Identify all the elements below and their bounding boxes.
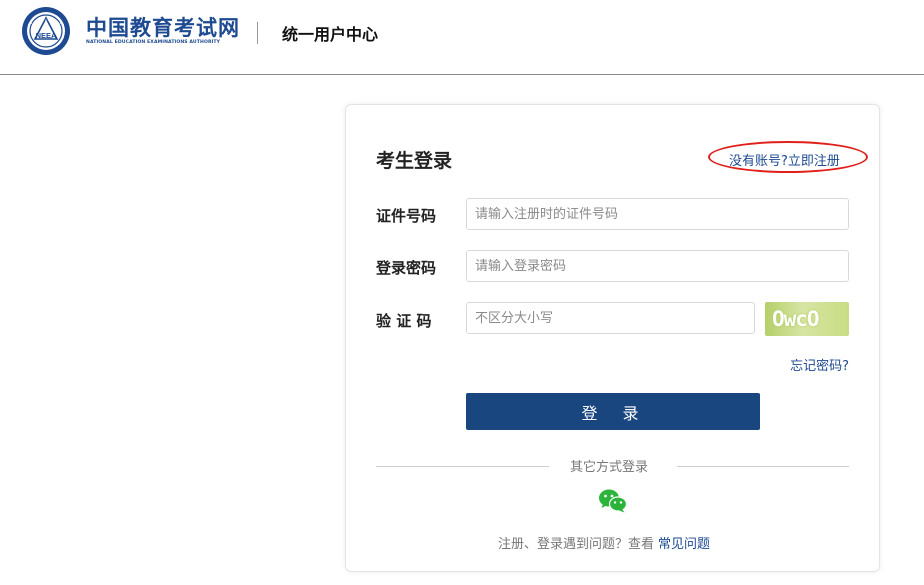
page-subtitle: 统一用户中心 bbox=[282, 25, 379, 44]
id-number-input[interactable] bbox=[466, 198, 849, 230]
captcha-image[interactable]: OwcO bbox=[765, 302, 849, 336]
login-title: 考生登录 bbox=[376, 150, 453, 172]
forgot-password-link[interactable]: 忘记密码? bbox=[790, 355, 849, 374]
emblem-text: NEEA bbox=[36, 31, 57, 40]
captcha-label: 验 证 码 bbox=[376, 312, 432, 330]
alt-login-label: 其它方式登录 bbox=[570, 460, 649, 475]
site-logo-text[interactable]: 中国教育考试网 bbox=[86, 12, 240, 42]
captcha-input[interactable] bbox=[466, 302, 755, 334]
password-label: 登录密码 bbox=[376, 259, 437, 277]
id-number-label: 证件号码 bbox=[376, 207, 437, 225]
captcha-text: OwcO bbox=[772, 307, 820, 331]
help-text: 注册、登录遇到问题？查看 bbox=[498, 537, 655, 552]
faq-link[interactable]: 常见问题 bbox=[658, 537, 710, 552]
wechat-icon[interactable] bbox=[598, 488, 628, 514]
divider-right bbox=[677, 466, 849, 467]
divider-left bbox=[376, 466, 549, 467]
login-button[interactable]: 登 录 bbox=[466, 393, 760, 430]
login-page: NEEA 中国教育考试网 NATIONAL EDUCATION EXAMINAT… bbox=[0, 0, 924, 585]
register-link[interactable]: 没有账号?立即注册 bbox=[729, 150, 840, 169]
login-card: 考生登录 没有账号?立即注册 证件号码 登录密码 验 证 码 OwcO 忘记密码… bbox=[345, 104, 880, 572]
header-divider bbox=[257, 22, 258, 44]
site-header: NEEA 中国教育考试网 NATIONAL EDUCATION EXAMINAT… bbox=[0, 0, 924, 75]
neea-emblem-icon[interactable]: NEEA bbox=[20, 5, 72, 57]
password-input[interactable] bbox=[466, 250, 849, 282]
help-row: 注册、登录遇到问题？查看 常见问题 bbox=[498, 533, 710, 552]
site-logo-english: NATIONAL EDUCATION EXAMINATIONS AUTHORIT… bbox=[86, 40, 221, 45]
